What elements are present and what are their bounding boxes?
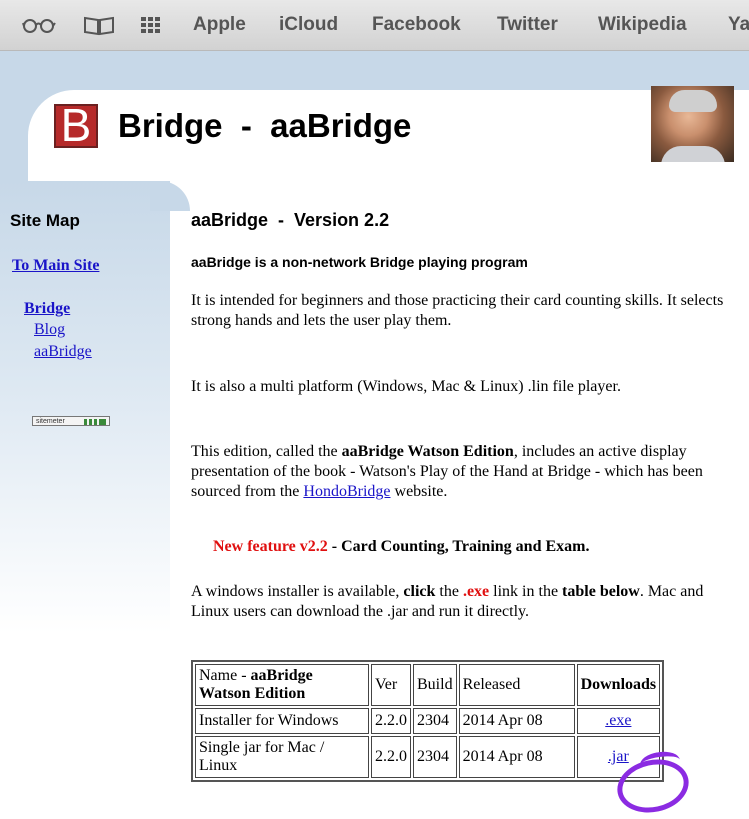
sidebar	[0, 181, 170, 633]
edition-name: aaBridge Watson Edition	[341, 443, 514, 460]
col-ver: Ver	[371, 664, 411, 706]
site-title: Bridge - aaBridge	[118, 107, 412, 144]
photo-shirt	[661, 146, 725, 162]
edition-text-3: website.	[390, 483, 448, 500]
table-row: Single jar for Mac / Linux 2.2.0 2304 20…	[195, 736, 661, 778]
reader-glasses-icon[interactable]	[22, 14, 56, 36]
sidebar-item-blog[interactable]: Blog	[34, 320, 65, 340]
feature-badge: New feature v2.2	[213, 538, 328, 555]
page-title: aaBridge - Version 2.2	[191, 210, 390, 230]
row-name: Installer for Windows	[195, 708, 369, 734]
table-row: Installer for Windows 2.2.0 2304 2014 Ap…	[195, 708, 661, 734]
book-icon[interactable]	[82, 14, 116, 36]
bookmarks-bar: Apple iCloud Facebook Twitter Wikipedia …	[0, 0, 749, 51]
sitemeter-graph-icon	[84, 419, 106, 425]
col-released: Released	[458, 664, 575, 706]
site-logo: B	[54, 99, 98, 151]
grid-icon[interactable]	[140, 14, 166, 36]
instr-exe: .exe	[462, 583, 490, 600]
instr-2: the	[435, 583, 463, 600]
bookmark-apple[interactable]: Apple	[193, 13, 246, 37]
feature-text: - Card Counting, Training and Exam.	[327, 538, 590, 555]
edition-paragraph: This edition, called the aaBridge Watson…	[191, 442, 741, 502]
instr-click: click	[403, 583, 436, 600]
feature-line: New feature v2.2 - Card Counting, Traini…	[213, 538, 589, 556]
hondobridge-link[interactable]: HondoBridge	[303, 483, 390, 500]
exe-download-link[interactable]: .exe	[605, 712, 631, 729]
row-released: 2014 Apr 08	[458, 736, 575, 778]
table-header-row: Name - aaBridge Watson Edition Ver Build…	[195, 664, 661, 706]
downloads-table: Name - aaBridge Watson Edition Ver Build…	[191, 660, 665, 782]
bookmark-overflow[interactable]: Ya	[728, 13, 749, 37]
bookmark-wikipedia[interactable]: Wikipedia	[598, 13, 687, 37]
row-ver: 2.2.0	[371, 708, 411, 734]
bookmark-icloud[interactable]: iCloud	[279, 13, 338, 37]
row-ver: 2.2.0	[371, 736, 411, 778]
bookmark-twitter[interactable]: Twitter	[497, 13, 558, 37]
sitemap-heading: Site Map	[10, 211, 80, 230]
page-subtitle: aaBridge is a non-network Bridge playing…	[191, 254, 528, 270]
col-downloads: Downloads	[576, 664, 661, 706]
instr-3: link in the	[489, 583, 563, 600]
col-name: Name - aaBridge Watson Edition	[195, 664, 369, 706]
instr-1: A windows installer is available,	[191, 583, 404, 600]
row-name: Single jar for Mac / Linux	[195, 736, 369, 778]
jar-download-link[interactable]: .jar	[608, 748, 629, 765]
edition-text-1: This edition, called the	[191, 443, 342, 460]
col-build: Build	[413, 664, 457, 706]
download-instructions: A windows installer is available, click …	[191, 582, 741, 622]
author-photo	[651, 86, 734, 162]
sidebar-item-bridge[interactable]: Bridge	[24, 299, 70, 319]
sitemeter-badge[interactable]: sitemeter	[32, 416, 110, 426]
sidebar-corner	[150, 181, 190, 211]
row-build: 2304	[413, 708, 457, 734]
platform-paragraph: It is also a multi platform (Windows, Ma…	[191, 378, 621, 395]
row-download: .exe	[576, 708, 661, 734]
sidebar-item-aabridge[interactable]: aaBridge	[34, 342, 92, 362]
logo-letter: B	[60, 99, 92, 151]
instr-table: table below	[562, 583, 640, 600]
bookmark-facebook[interactable]: Facebook	[372, 13, 461, 37]
sitemeter-label: sitemeter	[36, 418, 65, 425]
row-released: 2014 Apr 08	[458, 708, 575, 734]
intro-paragraph: It is intended for beginners and those p…	[191, 292, 724, 329]
col-name-prefix: Name -	[199, 667, 251, 684]
main-site-link[interactable]: To Main Site	[12, 256, 99, 276]
row-build: 2304	[413, 736, 457, 778]
photo-hair	[669, 90, 717, 112]
